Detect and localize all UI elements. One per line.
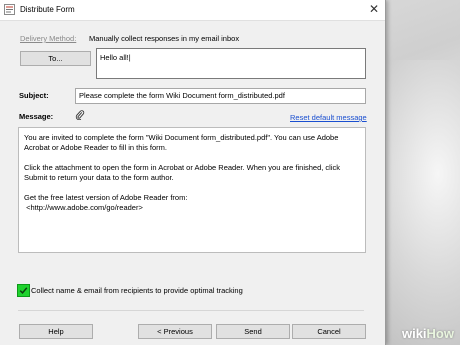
collect-tracking-checkbox[interactable]	[17, 284, 30, 297]
help-button[interactable]: Help	[19, 324, 93, 339]
send-button[interactable]: Send	[216, 324, 290, 339]
delivery-method-value: Manually collect responses in my email i…	[89, 34, 240, 43]
distribute-form-dialog: Distribute Form ✕ Delivery Method: Manua…	[0, 0, 386, 345]
subject-field-text: Please complete the form Wiki Document f…	[79, 91, 285, 100]
wikihow-watermark: wikiHow	[402, 326, 454, 341]
subject-field[interactable]: Please complete the form Wiki Document f…	[75, 88, 366, 104]
cancel-button[interactable]: Cancel	[292, 324, 366, 339]
subject-label: Subject:	[19, 91, 49, 100]
message-label: Message:	[19, 112, 54, 121]
to-button[interactable]: To...	[20, 51, 91, 66]
message-body: You are invited to complete the form "Wi…	[24, 133, 341, 212]
delivery-method-label: Delivery Method:	[20, 34, 77, 43]
collect-tracking-label: Collect name & email from recipients to …	[31, 286, 243, 295]
reset-default-message-link[interactable]: Reset default message	[290, 113, 367, 122]
acrobat-app-icon	[4, 4, 15, 15]
to-field-text: Hello all!|	[100, 53, 131, 62]
watermark-wiki: wiki	[401, 326, 427, 341]
close-icon[interactable]: ✕	[367, 2, 381, 16]
title-bar: Distribute Form ✕	[0, 0, 385, 21]
window-title: Distribute Form	[20, 5, 75, 14]
checkmark-icon	[19, 287, 28, 295]
watermark-how: How	[426, 326, 454, 341]
message-field[interactable]: You are invited to complete the form "Wi…	[18, 127, 366, 253]
divider	[18, 310, 364, 311]
to-field[interactable]: Hello all!|	[96, 48, 366, 79]
paperclip-icon[interactable]	[75, 110, 85, 120]
previous-button[interactable]: < Previous	[138, 324, 212, 339]
